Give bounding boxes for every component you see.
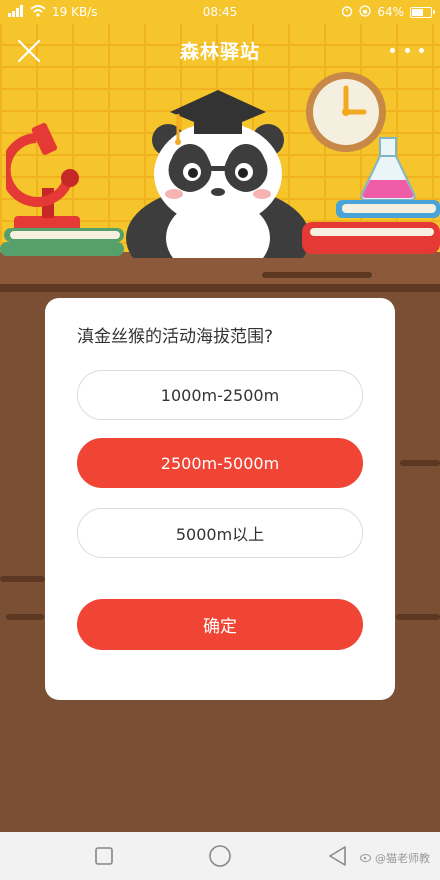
battery-icon — [410, 6, 435, 18]
network-speed: 19 KB/s — [52, 5, 98, 19]
page-title: 森林驿站 — [179, 40, 260, 63]
status-bar: 19 KB/s 08:45 64% — [0, 0, 440, 24]
circle-icon — [209, 845, 231, 867]
confirm-button[interactable]: 确定 — [77, 599, 363, 650]
confirm-label: 确定 — [203, 617, 237, 637]
books-right-illustration — [302, 200, 440, 254]
flask-illustration — [360, 137, 416, 201]
system-nav-bar: @猫老师教 — [0, 832, 440, 880]
weibo-icon — [360, 852, 372, 865]
watermark-text: @猫老师教 — [375, 852, 430, 865]
watermark: @猫老师教 — [360, 850, 430, 866]
wood-plank — [262, 272, 372, 278]
close-icon — [17, 39, 41, 63]
wood-plank — [396, 614, 440, 620]
top-bar: 森林驿站 — [0, 24, 440, 76]
desk-shadow — [0, 284, 440, 292]
option-1-button[interactable]: 1000m-2500m — [77, 370, 363, 420]
more-icon — [419, 47, 424, 53]
alarm-icon — [341, 5, 353, 20]
more-icon — [390, 47, 395, 53]
microscope-illustration — [6, 122, 80, 232]
more-button[interactable] — [390, 38, 424, 62]
square-icon — [95, 847, 113, 865]
home-button[interactable] — [206, 842, 234, 870]
quiz-question: 滇金丝猴的活动海拔范围? — [77, 327, 274, 347]
recent-apps-button[interactable] — [90, 842, 118, 870]
wood-plank — [400, 460, 440, 466]
option-2-button[interactable]: 2500m-5000m — [77, 438, 363, 488]
option-2-label: 2500m-5000m — [160, 453, 280, 473]
status-time: 08:45 — [202, 5, 238, 19]
more-icon — [404, 47, 410, 53]
wood-plank — [6, 614, 44, 620]
option-1-label: 1000m-2500m — [160, 385, 280, 405]
battery-percent: 64% — [377, 5, 404, 19]
panda-illustration — [126, 90, 310, 258]
wifi-icon — [30, 4, 46, 20]
quiz-dialog: 滇金丝猴的活动海拔范围? 1000m-2500m 2500m-5000m 500… — [45, 298, 395, 700]
lock-rotation-icon — [359, 4, 371, 20]
option-3-button[interactable]: 5000m以上 — [77, 508, 363, 558]
close-button[interactable] — [14, 36, 44, 66]
battery-level — [412, 8, 423, 16]
signal-icon — [8, 4, 24, 20]
wood-plank — [0, 576, 45, 582]
option-3-label: 5000m以上 — [175, 525, 265, 544]
books-left-illustration — [0, 228, 124, 256]
triangle-back-icon — [329, 846, 346, 866]
back-button[interactable] — [324, 842, 352, 870]
